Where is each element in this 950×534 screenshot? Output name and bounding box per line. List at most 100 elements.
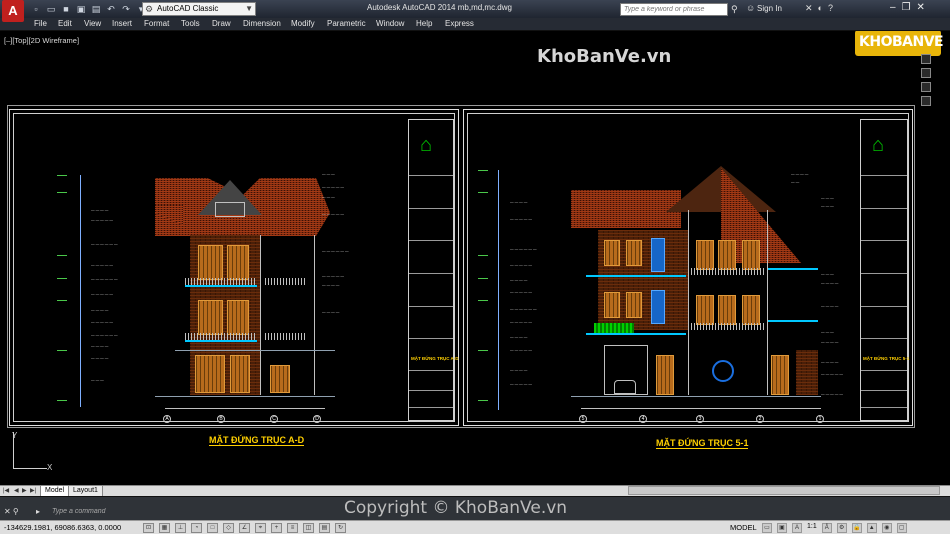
gear-icon: ⚙ xyxy=(145,4,154,14)
clean-screen-icon[interactable]: ▢ xyxy=(896,523,907,533)
right-sheet: ⌂ MẶT ĐỨNG TRỤC 5-1 — — — — — — — — — — … xyxy=(463,109,913,449)
menu-view[interactable]: View xyxy=(84,19,101,28)
drawing-canvas[interactable]: [–][Top][2D Wireframe] KhoBanVe.vn ⌂ KHO… xyxy=(0,31,950,485)
grid-icon[interactable]: ▦ xyxy=(159,523,170,533)
search-icon[interactable]: ⚲ xyxy=(731,3,743,15)
menu-format[interactable]: Format xyxy=(144,19,169,28)
drafting-toggles: ⊡ ▦ ⊥ ◔ □ ◇ ∠ ⌖ + ≡ ◫ ▤ ↻ xyxy=(143,523,346,533)
close-icon[interactable]: ✕ ⚲ xyxy=(4,507,19,516)
menu-express[interactable]: Express xyxy=(445,19,474,28)
otrack-icon[interactable]: ∠ xyxy=(239,523,250,533)
building-logo-icon: ⌂ xyxy=(872,134,885,156)
application-menu-button[interactable]: A xyxy=(2,0,24,22)
menu-file[interactable]: File xyxy=(34,19,47,28)
orbit-icon[interactable] xyxy=(921,96,931,106)
save-as-icon[interactable]: ▣ xyxy=(75,3,87,15)
model-space-toggle[interactable]: MODEL xyxy=(730,523,757,532)
ortho-icon[interactable]: ⊥ xyxy=(175,523,186,533)
plot-icon[interactable]: ▤ xyxy=(90,3,102,15)
ucs-icon: Y X xyxy=(9,431,52,472)
help-icon[interactable]: ? xyxy=(828,3,833,14)
command-prompt-icon[interactable]: ▸ xyxy=(36,507,40,516)
ducs-icon[interactable]: ⌖ xyxy=(255,523,266,533)
right-title-block: ⌂ MẶT ĐỨNG TRỤC 5-1 xyxy=(860,119,910,421)
quick-view-layouts-icon[interactable]: ▭ xyxy=(762,523,772,533)
grid-bubble-d: D xyxy=(313,415,321,423)
menu-help[interactable]: Help xyxy=(416,19,432,28)
grid-bubble-3: 3 xyxy=(696,415,704,423)
prev-tab-icon[interactable]: ◀ xyxy=(14,487,19,494)
coordinate-readout[interactable]: -134629.1981, 69086.6363, 0.0000 xyxy=(4,523,121,532)
menu-modify[interactable]: Modify xyxy=(291,19,315,28)
grid-bubble-a: A xyxy=(163,415,171,423)
grid-bubble-1: 1 xyxy=(816,415,824,423)
menu-parametric[interactable]: Parametric xyxy=(327,19,366,28)
last-tab-icon[interactable]: ▶| xyxy=(30,487,36,494)
redo-icon[interactable]: ↷ xyxy=(120,3,132,15)
restore-icon[interactable]: ❐ xyxy=(902,2,911,13)
left-sheet: ⌂ MẶT ĐỨNG TRỤC A-D — — — — — — — — — — … xyxy=(9,109,459,446)
menu-insert[interactable]: Insert xyxy=(112,19,132,28)
open-folder-icon[interactable]: ▭ xyxy=(45,3,57,15)
annotation-scale-icon[interactable]: A xyxy=(792,523,802,533)
user-icon: ☺ xyxy=(746,3,756,13)
first-tab-icon[interactable]: |◀ xyxy=(3,487,9,494)
steering-wheel-icon[interactable] xyxy=(921,54,931,64)
grid-bubble-4: 4 xyxy=(639,415,647,423)
3d-osnap-icon[interactable]: ◇ xyxy=(223,523,234,533)
next-tab-icon[interactable]: ▶ xyxy=(22,487,27,494)
right-tb-drawing-name: MẶT ĐỨNG TRỤC 5-1 xyxy=(863,356,910,361)
zoom-icon[interactable] xyxy=(921,82,931,92)
viewport-controls[interactable]: [–][Top][2D Wireframe] xyxy=(4,36,79,45)
window-title: Autodesk AutoCAD 2014 mb,md,mc.dwg xyxy=(367,3,512,12)
workspace-switching-icon[interactable]: ⚙ xyxy=(836,523,847,533)
status-right-tools: ▭ ▣ A 1:1 Å ⚙ 🔒 ▲ ◉ ▢ xyxy=(762,523,907,533)
grid-bubble-b: B xyxy=(217,415,225,423)
menu-tools[interactable]: Tools xyxy=(181,19,200,28)
workspace-dropdown[interactable]: ⚙ AutoCAD Classic ▼ xyxy=(142,2,256,16)
isolate-objects-icon[interactable]: ◉ xyxy=(881,523,892,533)
watermark-text: KhoBanVe.vn xyxy=(537,46,672,67)
lock-icon[interactable]: 🔒 xyxy=(851,523,862,533)
building-logo-icon: ⌂ xyxy=(420,134,433,156)
snap-icon[interactable]: ⊡ xyxy=(143,523,154,533)
workspace-value: AutoCAD Classic xyxy=(157,4,219,13)
search-input[interactable] xyxy=(620,3,728,16)
pan-icon[interactable] xyxy=(921,68,931,78)
left-tb-drawing-name: MẶT ĐỨNG TRỤC A-D xyxy=(411,356,459,361)
status-bar: -134629.1981, 69086.6363, 0.0000 ⊡ ▦ ⊥ ◔… xyxy=(0,520,950,534)
autodesk-360-icon[interactable]: ◐ xyxy=(818,3,823,14)
lineweight-icon[interactable]: ≡ xyxy=(287,523,298,533)
quick-properties-icon[interactable]: ▤ xyxy=(319,523,330,533)
left-drawing-title: MẶT ĐỨNG TRỤC A-D xyxy=(209,435,305,446)
close-icon[interactable]: ✕ xyxy=(917,2,925,13)
grid-bubble-2: 2 xyxy=(756,415,764,423)
exchange-icon[interactable]: ✕ xyxy=(805,3,813,14)
menu-draw[interactable]: Draw xyxy=(212,19,231,28)
menu-dimension[interactable]: Dimension xyxy=(243,19,281,28)
command-input[interactable] xyxy=(52,505,322,517)
grid-bubble-5: 5 xyxy=(579,415,587,423)
copyright-watermark: Copyright © KhoBanVe.vn xyxy=(344,498,568,518)
hardware-acceleration-icon[interactable]: ▲ xyxy=(866,523,877,533)
watermark-logo-text: KHOBANVE xyxy=(859,34,944,50)
undo-icon[interactable]: ↶ xyxy=(105,3,117,15)
elevation-5-1: — — — — — — — — — — — — — — — — — — — — … xyxy=(478,150,856,423)
quick-view-drawings-icon[interactable]: ▣ xyxy=(777,523,787,533)
save-icon[interactable]: ■ xyxy=(60,3,72,15)
polar-icon[interactable]: ◔ xyxy=(191,523,202,533)
transparency-icon[interactable]: ◫ xyxy=(303,523,314,533)
menu-window[interactable]: Window xyxy=(376,19,404,28)
elevation-a-d: — — — — — — — — — — — — — — — — — — — — … xyxy=(57,150,349,423)
minimize-icon[interactable]: – xyxy=(890,2,896,13)
annotation-visibility-icon[interactable]: Å xyxy=(821,523,832,533)
osnap-icon[interactable]: □ xyxy=(207,523,218,533)
dyn-icon[interactable]: + xyxy=(271,523,282,533)
menu-edit[interactable]: Edit xyxy=(58,19,72,28)
new-file-icon[interactable]: ▫ xyxy=(30,3,42,15)
selection-cycling-icon[interactable]: ↻ xyxy=(335,523,346,533)
menu-bar: File Edit View Insert Format Tools Draw … xyxy=(0,18,950,31)
annotation-scale-value[interactable]: 1:1 xyxy=(807,523,817,533)
sign-in-link[interactable]: Sign In xyxy=(757,4,782,13)
horizontal-scrollbar[interactable] xyxy=(628,486,940,495)
